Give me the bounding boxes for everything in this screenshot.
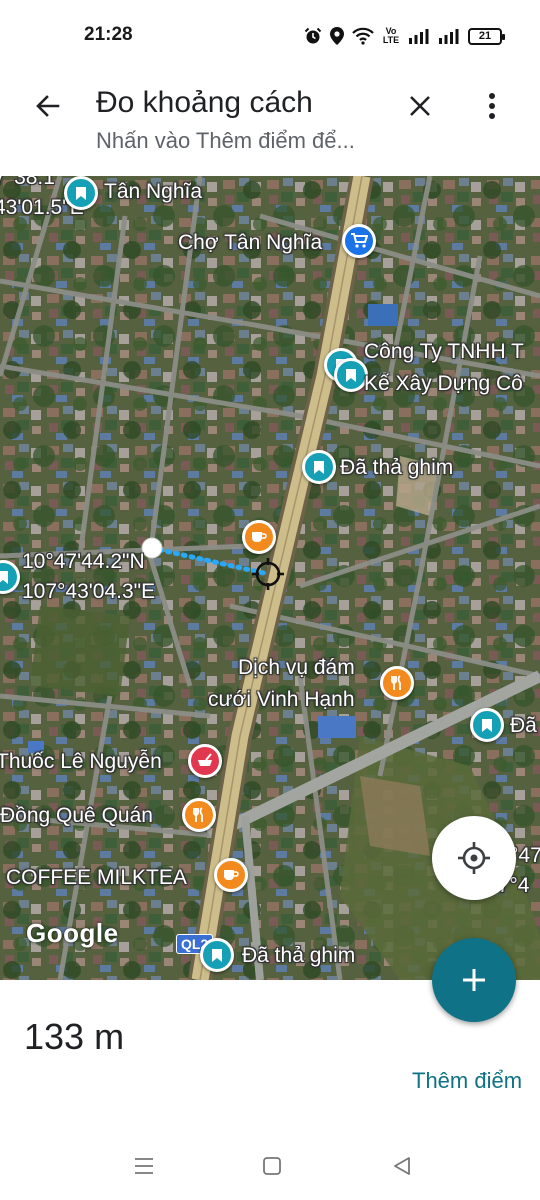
home-square-icon (263, 1157, 281, 1175)
alarm-icon (304, 27, 322, 44)
add-point-fab[interactable] (432, 938, 516, 1022)
fork-knife-icon (193, 807, 203, 822)
battery-icon: 21 (468, 27, 505, 45)
saved-place-pin[interactable] (64, 176, 98, 210)
signal-icon-1 (409, 29, 429, 44)
pharmacy-pin[interactable] (188, 744, 222, 778)
cafe-pin[interactable] (242, 520, 276, 554)
bookmark-icon (212, 948, 222, 962)
status-bar: 21:28 Vo LTE 21 (0, 0, 540, 72)
wifi-icon (352, 27, 374, 45)
place-label-da-tha-ghim-1: Đã thả ghim (340, 456, 454, 479)
coordinate-longitude: 107°43'04.3"E (22, 580, 156, 603)
satellite-map[interactable]: 7°38.1" 43'01.5"E Tân Nghĩa Chợ Tân Nghĩ… (0, 176, 540, 980)
place-label-cong-ty-line1: Công Ty TNHH T (364, 340, 524, 363)
dropped-pin-2[interactable] (200, 938, 234, 972)
place-label-dich-vu-line1: Dịch vụ đám (238, 656, 355, 679)
google-logo: Google (26, 918, 119, 948)
more-vert-icon (489, 93, 495, 119)
page-title: Đo khoảng cách (96, 86, 313, 119)
status-icons: Vo LTE 21 (304, 22, 505, 50)
plus-icon (463, 969, 485, 991)
coffee-cup-icon (224, 870, 239, 880)
recent-apps-button[interactable] (132, 1154, 156, 1178)
more-options-button[interactable] (470, 84, 514, 128)
status-time: 21:28 (84, 24, 133, 45)
place-label-coffee-milktea: COFFEE MILKTEA (6, 866, 187, 889)
system-nav-bar (0, 1130, 540, 1200)
distance-value: 133 m (24, 1016, 125, 1057)
place-label-tan-nghia: Tân Nghĩa (104, 180, 203, 203)
close-button[interactable] (398, 84, 442, 128)
place-label-cong-ty-line2: Kế Xây Dựng Cô (364, 372, 523, 395)
mortar-pestle-icon (198, 753, 212, 766)
saved-place-pin-right[interactable] (470, 708, 504, 742)
home-button[interactable] (260, 1154, 284, 1178)
cafe-pin-milktea[interactable] (214, 858, 248, 892)
place-label-da-tha-ghim-2: Đã thả ghim (242, 944, 356, 967)
place-label-dich-vu-line2: cưới Vinh Hạnh (208, 688, 355, 711)
bookmark-icon (482, 718, 492, 732)
back-triangle-icon (394, 1157, 410, 1175)
edge-coordinate-top: 7°38.1" (0, 176, 63, 189)
signal-icon-2 (439, 29, 459, 44)
volte-icon: Vo LTE (382, 26, 400, 45)
bookmark-icon (346, 368, 356, 382)
bookmark-icon (76, 186, 86, 200)
place-label-thuoc-le-nguyen: Thuốc Lê Nguyễn (0, 750, 162, 773)
arrow-back-icon (36, 95, 60, 117)
shopping-cart-icon (351, 233, 368, 248)
page-subtitle: Nhấn vào Thêm điểm để... (96, 128, 355, 153)
add-point-button[interactable]: Thêm điểm (412, 1068, 522, 1094)
coffee-cup-icon (252, 532, 267, 542)
restaurant-pin-wedding[interactable] (380, 666, 414, 700)
measure-header: Đo khoảng cách Nhấn vào Thêm điểm để... (0, 72, 540, 176)
back-nav-button[interactable] (390, 1154, 414, 1178)
restaurant-pin-dong-que[interactable] (182, 798, 216, 832)
back-button[interactable] (26, 84, 70, 128)
bookmark-icon (314, 460, 324, 474)
place-label-cho-tan-nghia: Chợ Tân Nghĩa (178, 231, 323, 254)
coordinate-latitude: 10°47'44.2"N (22, 550, 145, 573)
my-location-button[interactable] (432, 816, 516, 900)
fork-knife-icon (391, 675, 401, 690)
my-location-icon (458, 842, 490, 874)
place-label-dong-que-quan: Đồng Quê Quán (0, 804, 153, 827)
bookmark-icon (0, 570, 8, 584)
location-icon (330, 27, 344, 45)
saved-place-pin-company-2[interactable] (334, 358, 368, 392)
dropped-pin-1[interactable] (302, 450, 336, 484)
market-pin[interactable] (342, 224, 376, 258)
place-label-da-partial: Đã (510, 714, 537, 737)
menu-icon (135, 1158, 153, 1174)
close-icon (410, 96, 430, 116)
